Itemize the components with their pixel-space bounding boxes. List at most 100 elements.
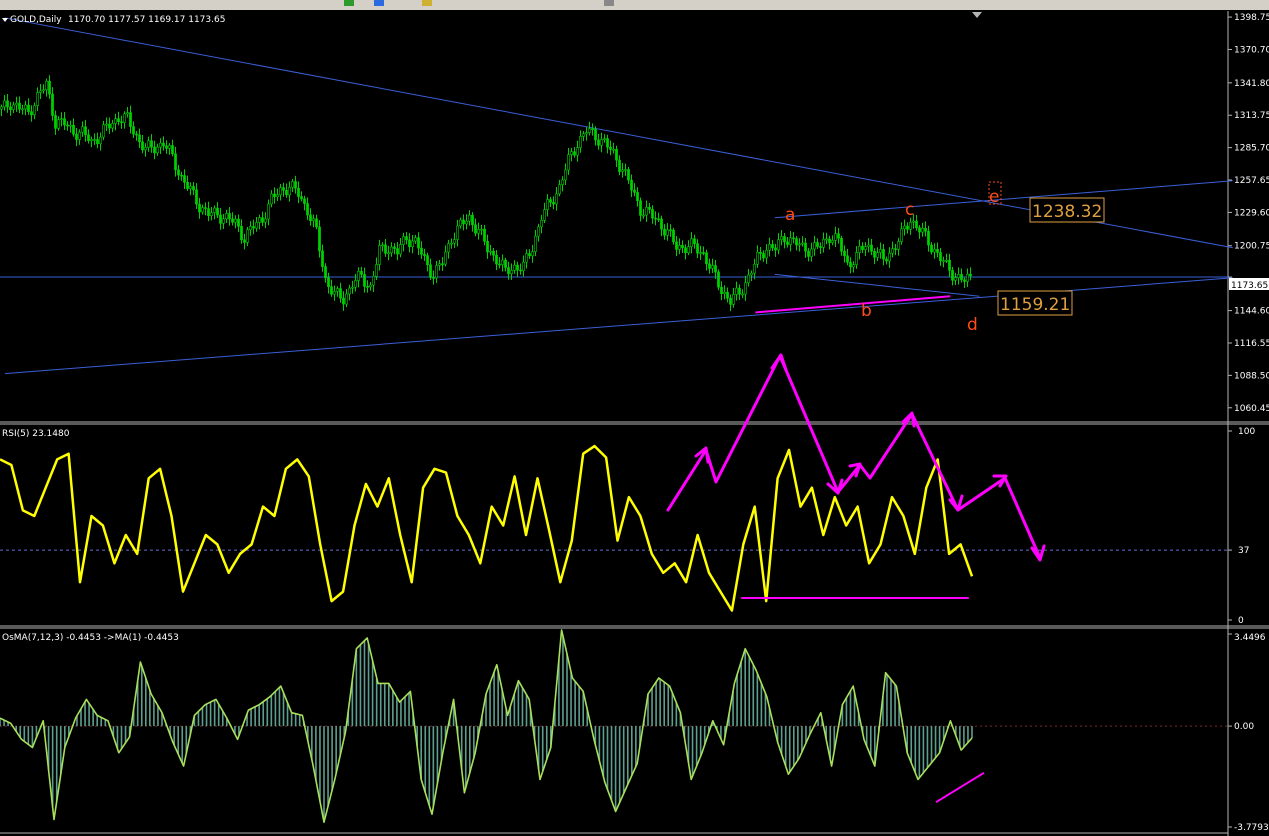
- candle-body[interactable]: [255, 222, 258, 229]
- candle-body[interactable]: [21, 108, 24, 111]
- candle-body[interactable]: [798, 243, 801, 246]
- candle-body[interactable]: [69, 124, 72, 127]
- candle-body[interactable]: [372, 275, 375, 286]
- candle-body[interactable]: [168, 145, 171, 149]
- candle-body[interactable]: [612, 148, 615, 151]
- candle-body[interactable]: [900, 228, 903, 242]
- candle-body[interactable]: [297, 187, 300, 197]
- candle-body[interactable]: [108, 123, 111, 129]
- candle-body[interactable]: [399, 244, 402, 255]
- candle-body[interactable]: [75, 133, 78, 140]
- candle-body[interactable]: [198, 203, 201, 213]
- candle-body[interactable]: [846, 255, 849, 263]
- candle-body[interactable]: [183, 175, 186, 183]
- candle-body[interactable]: [300, 196, 303, 200]
- candle-body[interactable]: [270, 193, 273, 205]
- candle-body[interactable]: [648, 206, 651, 210]
- candle-body[interactable]: [135, 133, 138, 136]
- candle-body[interactable]: [885, 258, 888, 262]
- candle-body[interactable]: [912, 220, 915, 223]
- candle-body[interactable]: [651, 209, 654, 219]
- candle-body[interactable]: [36, 92, 39, 106]
- candle-body[interactable]: [189, 186, 192, 189]
- candle-body[interactable]: [867, 244, 870, 247]
- candle-body[interactable]: [219, 214, 222, 224]
- candle-body[interactable]: [486, 240, 489, 253]
- candle-body[interactable]: [192, 186, 195, 191]
- candle-body[interactable]: [405, 236, 408, 241]
- candle-body[interactable]: [762, 253, 765, 259]
- candle-body[interactable]: [819, 246, 822, 248]
- candle-body[interactable]: [573, 151, 576, 156]
- candle-body[interactable]: [633, 189, 636, 193]
- candle-body[interactable]: [294, 181, 297, 189]
- candle-body[interactable]: [429, 264, 432, 278]
- candle-body[interactable]: [735, 287, 738, 295]
- candle-body[interactable]: [489, 250, 492, 253]
- candle-body[interactable]: [498, 263, 501, 266]
- candle-body[interactable]: [147, 140, 150, 148]
- candle-body[interactable]: [225, 213, 228, 220]
- candle-body[interactable]: [258, 217, 261, 223]
- candle-body[interactable]: [45, 80, 48, 91]
- candle-body[interactable]: [567, 154, 570, 171]
- candle-body[interactable]: [438, 263, 441, 266]
- candle-body[interactable]: [495, 254, 498, 265]
- candle-body[interactable]: [456, 225, 459, 240]
- candle-body[interactable]: [120, 121, 123, 124]
- candle-body[interactable]: [381, 244, 384, 247]
- candle-body[interactable]: [525, 253, 528, 263]
- candle-body[interactable]: [522, 261, 525, 271]
- candle-body[interactable]: [558, 184, 561, 195]
- candle-body[interactable]: [210, 212, 213, 217]
- chart-window[interactable]: 1398.75 1370.70 1341.80 1313.75 1285.70 1257.…: [0, 0, 1269, 836]
- candle-body[interactable]: [51, 93, 54, 116]
- candle-body[interactable]: [576, 147, 579, 156]
- candle-body[interactable]: [570, 151, 573, 155]
- candle-body[interactable]: [621, 169, 624, 172]
- candle-body[interactable]: [909, 221, 912, 230]
- candle-body[interactable]: [963, 279, 966, 282]
- candle-body[interactable]: [747, 274, 750, 284]
- candle-body[interactable]: [852, 264, 855, 268]
- candle-body[interactable]: [765, 249, 768, 259]
- candle-body[interactable]: [162, 142, 165, 147]
- candle-body[interactable]: [591, 128, 594, 130]
- candle-body[interactable]: [123, 113, 126, 123]
- candle-body[interactable]: [816, 242, 819, 247]
- candle-body[interactable]: [534, 235, 537, 252]
- candle-body[interactable]: [444, 251, 447, 265]
- candle-body[interactable]: [840, 237, 843, 252]
- candle-body[interactable]: [744, 282, 747, 295]
- candle-body[interactable]: [924, 228, 927, 232]
- candle-body[interactable]: [234, 218, 237, 223]
- candle-body[interactable]: [342, 297, 345, 305]
- candle-body[interactable]: [231, 218, 234, 223]
- candle-body[interactable]: [153, 146, 156, 154]
- candle-body[interactable]: [879, 249, 882, 253]
- candle-body[interactable]: [705, 252, 708, 265]
- candle-body[interactable]: [642, 214, 645, 217]
- candle-body[interactable]: [786, 241, 789, 245]
- candle-body[interactable]: [729, 297, 732, 305]
- candle-body[interactable]: [465, 220, 468, 225]
- candle-body[interactable]: [348, 287, 351, 295]
- candle-body[interactable]: [888, 252, 891, 262]
- candle-body[interactable]: [333, 291, 336, 295]
- candle-body[interactable]: [657, 218, 660, 221]
- candle-body[interactable]: [837, 233, 840, 239]
- candle-body[interactable]: [696, 243, 699, 254]
- candle-body[interactable]: [795, 238, 798, 246]
- candle-body[interactable]: [261, 217, 264, 223]
- candle-body[interactable]: [222, 218, 225, 224]
- candle-body[interactable]: [540, 219, 543, 228]
- candle-body[interactable]: [774, 247, 777, 251]
- candle-body[interactable]: [387, 252, 390, 254]
- candle-body[interactable]: [942, 260, 945, 262]
- candle-body[interactable]: [159, 142, 162, 148]
- candle-body[interactable]: [12, 104, 15, 110]
- candle-body[interactable]: [426, 255, 429, 266]
- candle-body[interactable]: [714, 265, 717, 273]
- candle-body[interactable]: [384, 244, 387, 254]
- toolbar-icon[interactable]: [604, 0, 614, 6]
